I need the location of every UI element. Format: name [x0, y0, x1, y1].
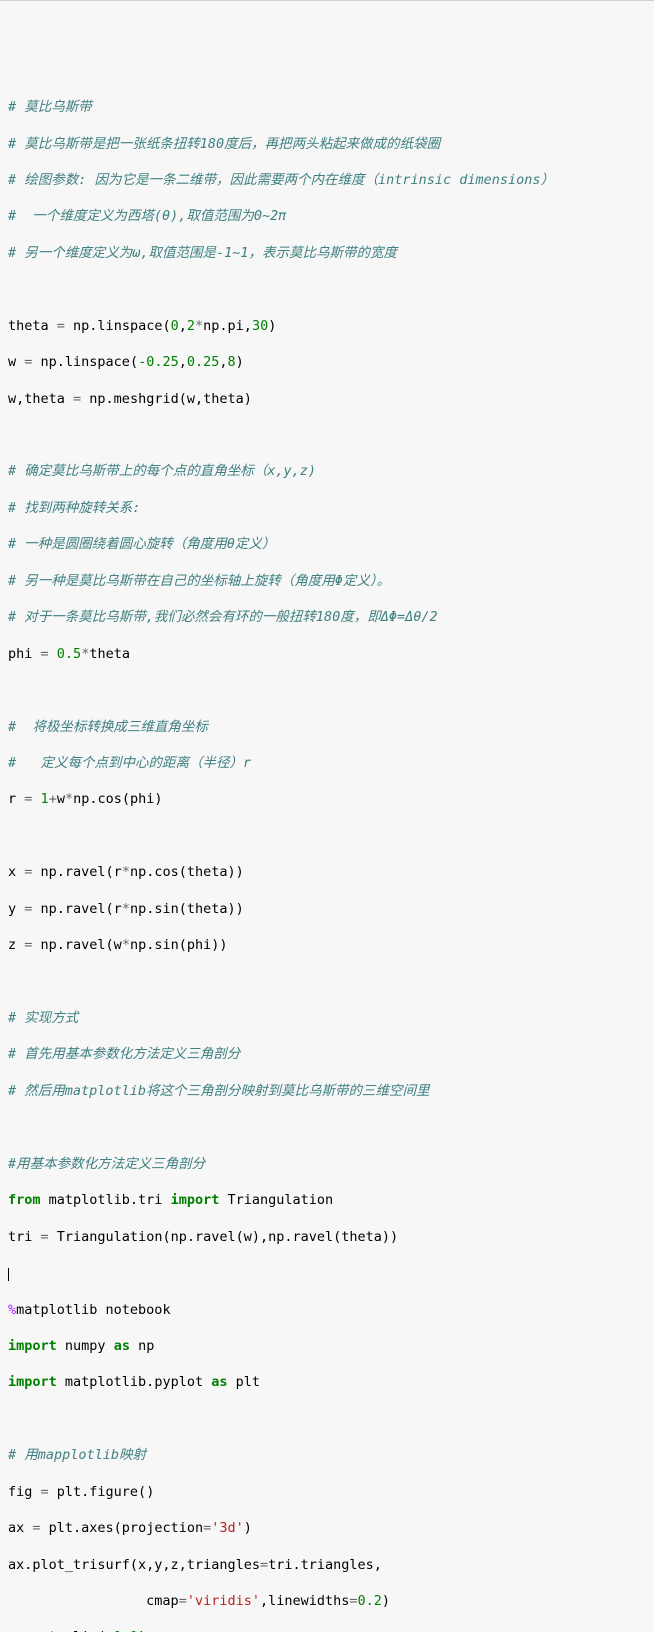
comment: # 一个维度定义为西塔(θ),取值范围为0~2π [8, 208, 286, 224]
cursor [8, 1268, 9, 1282]
comment: # 将极坐标转换成三维直角坐标 [8, 719, 208, 735]
comment: # 另一种是莫比乌斯带在自己的坐标轴上旋转（角度用Φ定义）。 [8, 573, 390, 589]
code-cell[interactable]: # 莫比乌斯带 # 莫比乌斯带是把一张纸条扭转180度后，再把两头粘起来做成的纸… [8, 80, 646, 1632]
keyword-from: from [8, 1192, 41, 1208]
comment: # 找到两种旋转关系: [8, 500, 140, 516]
code: theta [8, 318, 57, 334]
comment: # 确定莫比乌斯带上的每个点的直角坐标（x,y,z) [8, 463, 316, 479]
comment: # 然后用matplotlib将这个三角剖分映射到莫比乌斯带的三维空间里 [8, 1083, 430, 1099]
comment: # 实现方式 [8, 1010, 78, 1026]
comment: # 莫比乌斯带 [8, 99, 92, 115]
magic-percent: % [8, 1302, 16, 1318]
comment: # 绘图参数: 因为它是一条二维带，因此需要两个内在维度（intrinsic d… [8, 172, 554, 188]
string-literal: '3d' [211, 1520, 244, 1536]
comment: # 对于一条莫比乌斯带,我们必然会有环的一般扭转180度，即ΔΦ=Δθ/2 [8, 609, 438, 625]
comment: # 莫比乌斯带是把一张纸条扭转180度后，再把两头粘起来做成的纸袋圈 [8, 136, 440, 152]
keyword-import: import [171, 1192, 220, 1208]
comment: # 首先用基本参数化方法定义三角剖分 [8, 1046, 240, 1062]
comment: # 一种是圆圈绕着圆心旋转（角度用θ定义） [8, 536, 275, 552]
comment: #用基本参数化方法定义三角剖分 [8, 1156, 205, 1172]
comment: # 用mapplotlib映射 [8, 1447, 146, 1463]
string-literal: 'viridis' [187, 1593, 260, 1609]
comment: # 定义每个点到中心的距离（半径）r [8, 755, 251, 771]
comment: # 另一个维度定义为ω,取值范围是-1~1，表示莫比乌斯带的宽度 [8, 245, 397, 261]
